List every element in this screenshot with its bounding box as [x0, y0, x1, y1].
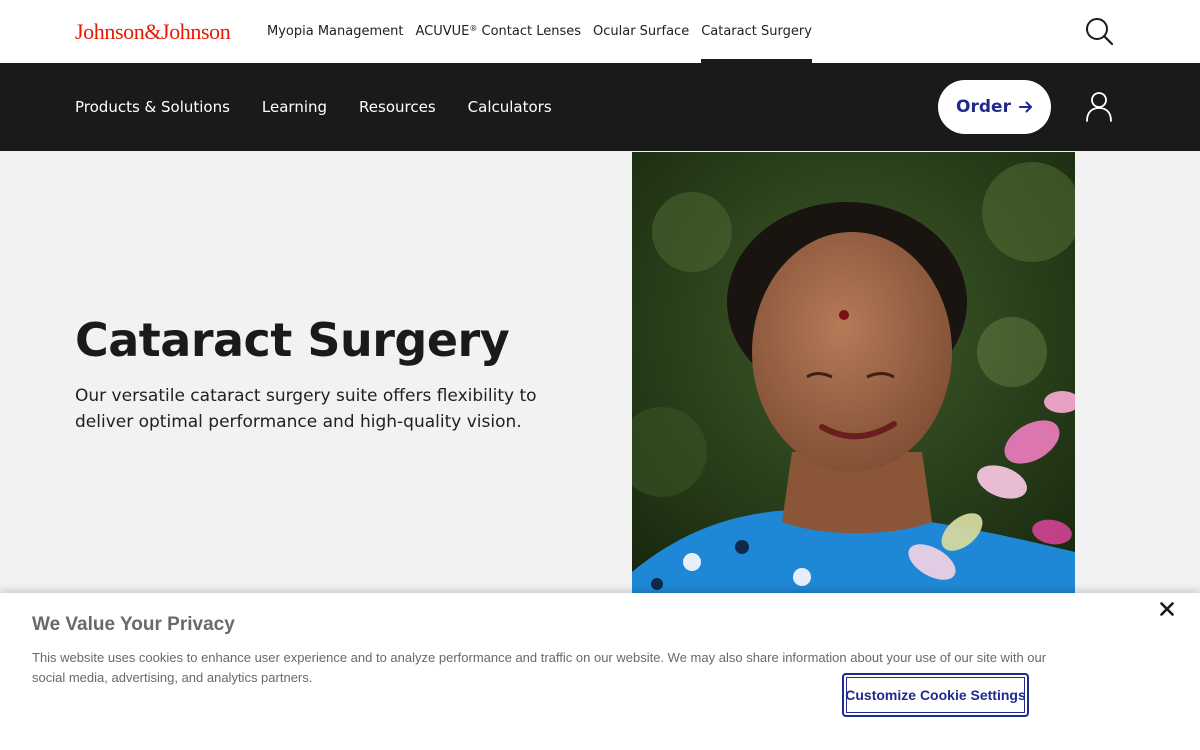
nav-item-learning[interactable]: Learning	[262, 98, 327, 116]
top-link-cataract-surgery[interactable]: Cataract Surgery	[701, 0, 812, 63]
user-icon	[1086, 92, 1112, 122]
customize-cookie-settings-label: Customize Cookie Settings	[845, 687, 1026, 703]
main-nav-items: Products & Solutions Learning Resources …	[75, 63, 584, 151]
hero-photo-illustration	[632, 152, 1075, 593]
page-title: Cataract Surgery	[75, 313, 510, 367]
nav-item-calculators[interactable]: Calculators	[468, 98, 552, 116]
arrow-right-icon	[1018, 101, 1032, 113]
top-link-acuvue[interactable]: ACUVUE ® Contact Lenses	[415, 0, 581, 63]
top-link-ocular-surface[interactable]: Ocular Surface	[593, 0, 689, 63]
account-button[interactable]	[1084, 91, 1114, 123]
top-link-label: Myopia Management	[267, 24, 404, 39]
close-icon	[1160, 602, 1174, 616]
search-icon	[1086, 18, 1114, 46]
nav-item-resources[interactable]: Resources	[359, 98, 436, 116]
registered-mark: ®	[469, 24, 478, 33]
top-link-label: Ocular Surface	[593, 24, 690, 39]
cookie-banner: We Value Your Privacy This website uses …	[0, 593, 1200, 750]
hero-image	[632, 152, 1075, 593]
cookie-close-button[interactable]	[1157, 599, 1177, 619]
top-bar: Johnson&Johnson Myopia Management ACUVUE…	[0, 0, 1200, 63]
top-links: Myopia Management ACUVUE ® Contact Lenses…	[267, 0, 824, 63]
customize-cookie-settings-button[interactable]: Customize Cookie Settings	[842, 673, 1029, 717]
top-link-label: Cataract Surgery	[701, 24, 812, 39]
nav-item-products-solutions[interactable]: Products & Solutions	[75, 98, 230, 116]
hero-section: Cataract Surgery Our versatile cataract …	[0, 151, 1200, 593]
cookie-banner-title: We Value Your Privacy	[32, 614, 235, 635]
order-button-label: Order	[956, 97, 1011, 117]
search-button[interactable]	[1084, 16, 1114, 46]
order-button[interactable]: Order	[938, 80, 1051, 134]
top-link-label: ACUVUE	[415, 24, 470, 39]
brand-logo[interactable]: Johnson&Johnson	[75, 19, 231, 45]
top-link-label-suffix: Contact Lenses	[477, 24, 581, 39]
main-nav: Products & Solutions Learning Resources …	[0, 63, 1200, 151]
top-link-myopia-management[interactable]: Myopia Management	[267, 0, 403, 63]
hero-description: Our versatile cataract surgery suite off…	[75, 386, 537, 432]
